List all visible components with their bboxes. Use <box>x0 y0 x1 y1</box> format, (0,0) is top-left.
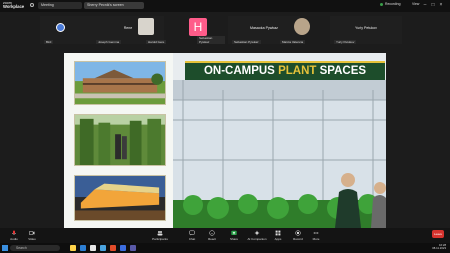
slide-title-accent: PLANT <box>278 65 317 77</box>
participants-label: Participants <box>152 237 168 241</box>
clock-date: 08.11.2023 <box>432 246 446 251</box>
close-icon[interactable]: × <box>438 2 444 8</box>
participant-name: Yuriy Petukov <box>355 26 377 30</box>
teams-icon[interactable] <box>130 245 136 251</box>
apps-label: Apps <box>274 237 282 241</box>
video-label: Video <box>28 237 36 241</box>
slide-title-part1: ON-CAMPUS <box>203 65 279 77</box>
participant-tile[interactable]: H Sebastian Pywkaz <box>175 16 225 44</box>
participant-tag: Sebastian Pywkaz <box>232 40 261 44</box>
record-label: Record <box>293 237 303 241</box>
share-button[interactable]: Share <box>224 230 244 241</box>
taskbar-search[interactable]: Search <box>10 245 60 251</box>
office-icon[interactable] <box>110 245 116 251</box>
share-label: Share <box>229 237 238 241</box>
tab-meeting[interactable]: Meeting <box>38 2 82 9</box>
shield-icon[interactable] <box>30 3 34 7</box>
campus-building-photo <box>74 61 166 105</box>
taskbar-clock[interactable]: 16:28 08.11.2023 <box>420 243 446 251</box>
maximize-icon[interactable]: □ <box>430 2 436 8</box>
participant-tile[interactable]: Harold Gere <box>118 16 168 44</box>
participant-tag: Marcia Valencia <box>280 40 306 44</box>
more-label: More <box>312 237 320 241</box>
participants-button[interactable]: Participants <box>150 230 170 241</box>
recording-label: Recording <box>385 2 401 6</box>
more-dots-icon <box>313 232 319 234</box>
people-icon <box>157 231 163 236</box>
share-screen-icon <box>231 230 237 235</box>
ai-companion-button[interactable]: AI Companion <box>246 230 268 241</box>
ai-companion-label: AI Companion <box>247 237 267 241</box>
participant-tag: Sebastian Pywkaz <box>197 36 225 44</box>
audio-label: Audio <box>10 237 18 241</box>
app-title: zoom Workplace <box>3 1 24 9</box>
record-button[interactable]: Record <box>288 230 308 241</box>
slide-title: ON-CAMPUS PLANT SPACES <box>185 61 385 80</box>
greenhouse-interior-photo <box>173 80 386 228</box>
chat-button[interactable]: Chat <box>182 230 202 241</box>
app-title-line2: Workplace <box>3 4 25 9</box>
smiley-icon <box>209 230 215 236</box>
tab-shared-screen[interactable]: Sherry Pecnik's screen <box>84 2 144 9</box>
participant-tag: Harold Gere <box>146 40 167 44</box>
react-button[interactable]: React <box>202 230 222 241</box>
windows-start-icon[interactable] <box>2 245 8 251</box>
folder-icon[interactable] <box>70 245 76 251</box>
audio-button[interactable]: Audio <box>4 230 24 241</box>
participant-photo <box>138 18 154 35</box>
leave-button[interactable]: Leave <box>432 230 444 238</box>
zoom-icon[interactable] <box>120 245 126 251</box>
participant-tag: Yuriy Petukov <box>334 40 357 44</box>
os-taskbar <box>0 243 450 253</box>
slide-title-part2: SPACES <box>316 65 367 77</box>
microphone-icon <box>11 230 17 235</box>
video-button[interactable]: Video <box>22 230 42 241</box>
slide-photo-column <box>64 53 173 228</box>
participant-photo <box>294 18 310 35</box>
participant-tile[interactable]: Yuriy Petukov Yuriy Petukov <box>330 16 402 44</box>
app-icon[interactable] <box>90 245 96 251</box>
participant-initial-avatar: H <box>189 18 207 36</box>
crop-field-photo <box>74 114 166 166</box>
record-icon <box>295 230 301 236</box>
greenhouse-dusk-photo <box>74 175 166 221</box>
minimize-icon[interactable]: – <box>422 2 428 8</box>
sparkle-icon <box>254 230 260 236</box>
chat-icon <box>189 230 195 236</box>
apps-grid-icon <box>275 230 281 236</box>
participant-avatar <box>56 23 65 32</box>
view-button[interactable]: View <box>412 2 419 6</box>
shared-slide: ON-CAMPUS PLANT SPACES <box>64 53 386 228</box>
participant-tile[interactable]: Marcia Valencia <box>272 16 322 44</box>
record-dot-icon <box>380 2 383 6</box>
apps-button[interactable]: Apps <box>268 230 288 241</box>
camera-icon <box>29 231 35 235</box>
participant-tag: Bird <box>44 40 54 44</box>
more-button[interactable]: More <box>306 230 326 241</box>
react-label: React <box>208 237 216 241</box>
browser-icon[interactable] <box>80 245 86 251</box>
chat-label: Chat <box>188 237 196 241</box>
recording-indicator[interactable]: Recording <box>380 2 400 6</box>
mail-icon[interactable] <box>100 245 106 251</box>
